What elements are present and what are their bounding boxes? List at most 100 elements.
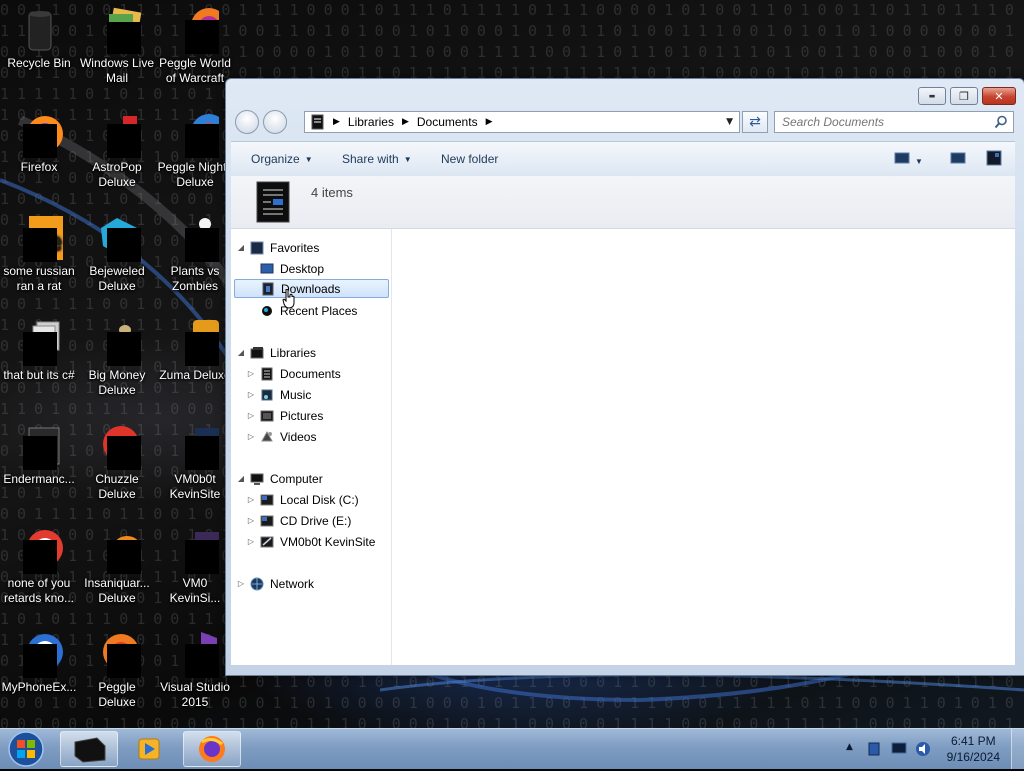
library-header: 4 items [231, 176, 1015, 229]
taskbar-media-player-button[interactable] [120, 731, 178, 767]
address-bar[interactable]: ▶ Libraries ▶ Documents ▶ ▼ [304, 111, 740, 133]
expand-arrow-icon[interactable]: ▷ [246, 516, 256, 525]
nav-item-computer[interactable]: ◢ Computer [236, 469, 323, 488]
expand-arrow-icon[interactable]: ▷ [246, 432, 256, 441]
desktop-icon-label: some russian ran a rat [3, 264, 75, 293]
change-view-button[interactable]: ▼ [894, 151, 923, 168]
desktop-icon-peggle-deluxe[interactable]: Peggle Deluxe [78, 630, 156, 710]
desktop-icon-insaniquarium[interactable]: Insaniquar... Deluxe [78, 526, 156, 606]
desktop-icon-astropop[interactable]: AstroPop Deluxe [78, 110, 156, 190]
app-icon: e [23, 216, 63, 262]
recent-places-icon [262, 305, 272, 316]
taskbar-explorer-button[interactable] [60, 731, 118, 767]
expand-arrow-icon[interactable]: ▷ [246, 411, 256, 420]
desktop-icon-none-of-you[interactable]: none of you retards kno... [0, 526, 78, 606]
search-input[interactable] [774, 111, 1014, 133]
desktop-icon-myphoneex[interactable]: MyPhoneEx... [0, 630, 78, 695]
windows-logo-icon [8, 731, 44, 767]
expand-arrow-icon[interactable]: ◢ [236, 474, 246, 483]
nav-item-videos[interactable]: ▷ Videos [246, 427, 317, 446]
desktop-icon-zuma[interactable]: Zuma Deluxe [156, 318, 234, 383]
system-clock[interactable]: 6:41 PM 9/16/2024 [947, 733, 1000, 765]
nav-item-vm-site[interactable]: ▷ VM0b0t KevinSite [246, 532, 375, 551]
desktop-icon-peggle-nights[interactable]: Peggle Nights Deluxe [156, 110, 234, 190]
address-history-dropdown-icon[interactable]: ▼ [726, 117, 733, 127]
nav-item-local-disk[interactable]: ▷ Local Disk (C:) [246, 490, 359, 509]
expand-arrow-icon[interactable]: ◢ [236, 348, 246, 357]
nav-item-documents[interactable]: ▷ Documents [246, 364, 341, 383]
refresh-button[interactable]: ⇄ [742, 111, 768, 133]
nav-item-recent-places[interactable]: Recent Places [246, 301, 357, 320]
organize-button[interactable]: Organize ▼ [251, 152, 313, 166]
preview-pane-button[interactable] [950, 151, 966, 168]
help-button[interactable] [986, 150, 1002, 169]
network-tray-icon[interactable] [891, 742, 907, 756]
bejeweled-icon [101, 218, 141, 262]
nav-item-music[interactable]: ▷ Music [246, 385, 311, 404]
start-button[interactable] [6, 730, 46, 768]
nav-item-pictures[interactable]: ▷ Pictures [246, 406, 323, 425]
astropop-icon [107, 116, 141, 158]
new-folder-button[interactable]: New folder [441, 152, 498, 166]
taskbar-firefox-button[interactable] [183, 731, 241, 767]
desktop-icon-endermanc[interactable]: Endermanc... [0, 422, 78, 487]
desktop-icon-label: VM0b0t KevinSite [169, 472, 221, 501]
expand-arrow-icon[interactable]: ◢ [236, 243, 246, 252]
desktop-icon-vm0-kevinsi[interactable]: VM0 KevinSi... [156, 526, 234, 606]
nav-item-downloads[interactable]: Downloads [234, 279, 389, 298]
desktop-icon-windows-live-mail[interactable]: Windows Live Mail [78, 6, 156, 86]
nav-item-favorites[interactable]: ◢ Favorites [236, 238, 319, 257]
desktop-icon-firefox[interactable]: Firefox [0, 110, 78, 175]
breadcrumb-separator-icon[interactable]: ▶ [402, 117, 409, 127]
maximize-icon: ❐ [959, 89, 969, 103]
desktop-icon-some-russian[interactable]: e some russian ran a rat [0, 214, 78, 294]
desktop-icon-plants-vs-zombies[interactable]: Plants vs Zombies [156, 214, 234, 294]
maximize-button[interactable]: ❐ [950, 87, 978, 105]
refresh-icon: ⇄ [749, 114, 761, 130]
desktop-icon-visual-studio[interactable]: Visual Studio 2015 [156, 630, 234, 710]
peggle-nights-icon [185, 114, 227, 158]
action-center-icon[interactable] [867, 741, 881, 757]
minimize-button[interactable]: ▬ [918, 87, 946, 105]
volume-icon[interactable] [915, 741, 931, 757]
desktop-icon-recycle-bin[interactable]: Recycle Bin [0, 6, 78, 71]
search-icon[interactable] [994, 115, 1008, 129]
desktop-icon-that-but-its-c[interactable]: that but its c# [0, 318, 78, 383]
breadcrumb-separator-icon[interactable]: ▶ [486, 117, 493, 127]
desktop-icon-big-money[interactable]: Big Money Deluxe [78, 318, 156, 398]
desktop-icon-label: Plants vs Zombies [170, 264, 220, 293]
expand-arrow-icon[interactable]: ▷ [246, 369, 256, 378]
forward-button[interactable] [263, 110, 287, 134]
show-desktop-button[interactable] [1011, 729, 1024, 769]
expand-arrow-icon[interactable]: ▷ [236, 579, 246, 588]
nav-item-network[interactable]: ▷ Network [236, 574, 314, 593]
app-icon [23, 634, 63, 678]
desktop-icon-label: Endermanc... [3, 472, 75, 486]
expand-arrow-icon[interactable]: ▷ [246, 495, 256, 504]
downloads-folder-icon [262, 282, 274, 295]
expand-arrow-icon[interactable]: ▷ [246, 537, 256, 546]
big-money-icon [107, 325, 141, 366]
show-hidden-icons-button[interactable]: ▲ [846, 742, 853, 752]
desktop-icon-label: Peggle World of Warcraft [159, 56, 231, 85]
nav-label: Favorites [270, 240, 320, 255]
back-button[interactable] [235, 110, 259, 134]
file-list-area[interactable] [392, 229, 1015, 665]
nav-item-libraries[interactable]: ◢ Libraries [236, 343, 316, 362]
desktop-icon-peggle-wow[interactable]: Peggle World of Warcraft [156, 6, 234, 86]
app-icon [23, 530, 63, 574]
expand-arrow-icon[interactable]: ▷ [246, 390, 256, 399]
nav-item-cd-drive[interactable]: ▷ CD Drive (E:) [246, 511, 351, 530]
breadcrumb-separator-icon[interactable]: ▶ [333, 117, 340, 127]
desktop-icon-label: Visual Studio 2015 [160, 680, 230, 709]
desktop-icon-vm0b0t-kevinsite[interactable]: VM0b0t KevinSite [156, 422, 234, 502]
share-with-button[interactable]: Share with ▼ [342, 152, 412, 166]
breadcrumb-libraries[interactable]: Libraries [348, 115, 394, 129]
clock-time: 6:41 PM [950, 734, 996, 748]
desktop-icon-bejeweled[interactable]: Bejeweled Deluxe [78, 214, 156, 294]
nav-label: VM0b0t KevinSite [280, 534, 376, 549]
close-button[interactable]: ✕ [982, 87, 1016, 105]
nav-item-desktop[interactable]: Desktop [246, 259, 324, 278]
breadcrumb-documents[interactable]: Documents [417, 115, 478, 129]
desktop-icon-chuzzle[interactable]: Chuzzle Deluxe [78, 422, 156, 502]
